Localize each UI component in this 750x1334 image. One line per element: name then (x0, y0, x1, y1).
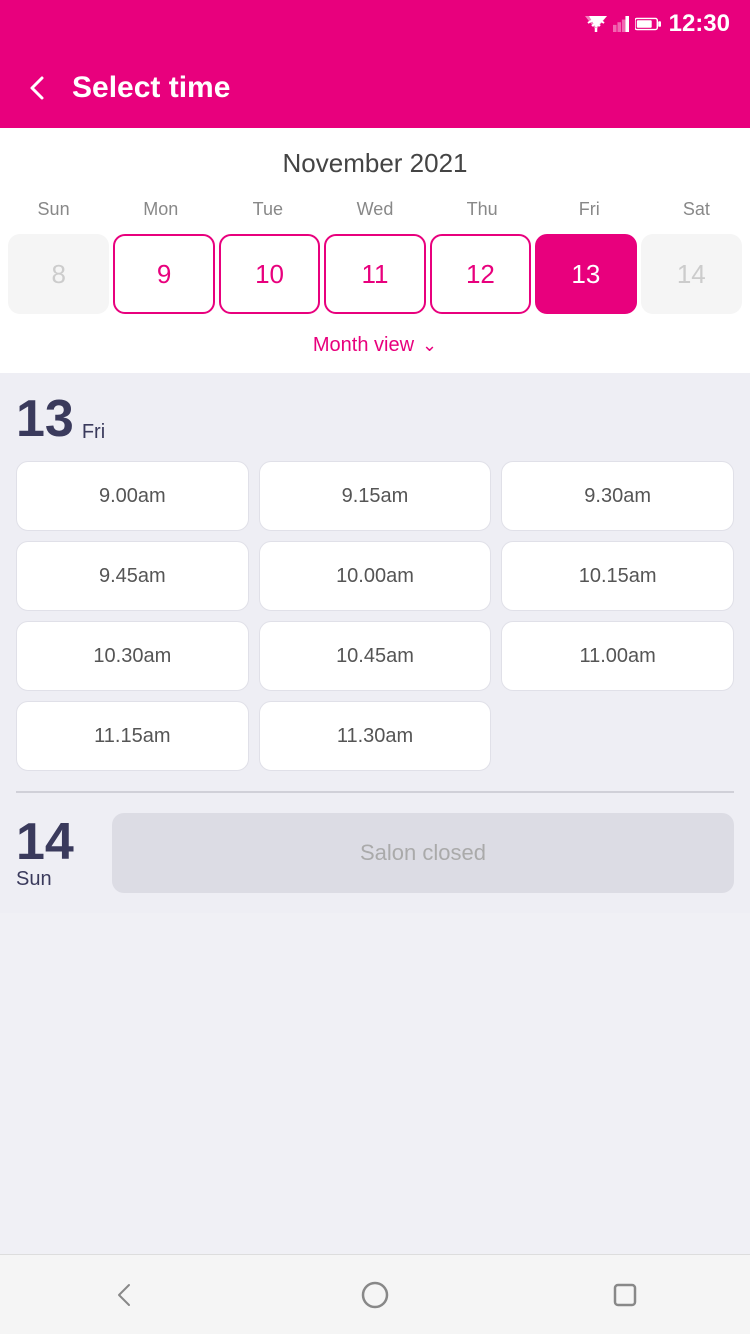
weekday-wed: Wed (321, 195, 428, 224)
month-view-toggle[interactable]: Month view ⌄ (0, 326, 750, 373)
day-cell-11[interactable]: 11 (324, 234, 425, 314)
days-row: 891011121314 (0, 234, 750, 326)
time-slot-1045am[interactable]: 10.45am (259, 621, 492, 691)
salon-closed-label: Salon closed (360, 840, 486, 866)
time-slot-1130am[interactable]: 11.30am (259, 701, 492, 771)
closed-day-info-14: 14 Sun (16, 816, 96, 891)
time-slot-1015am[interactable]: 10.15am (501, 541, 734, 611)
time-slot-1030am[interactable]: 10.30am (16, 621, 249, 691)
month-year-label: November 2021 (0, 148, 750, 179)
status-time: 12:30 (669, 10, 730, 38)
nav-recent-icon (609, 1279, 641, 1311)
day-cell-14: 14 (641, 234, 742, 314)
day-header-13: 13 Fri (16, 393, 734, 445)
week-days-row: Sun Mon Tue Wed Thu Fri Sat (0, 195, 750, 224)
month-view-label: Month view (313, 334, 414, 357)
weekday-thu: Thu (429, 195, 536, 224)
calendar-section: November 2021 Sun Mon Tue Wed Thu Fri Sa… (0, 128, 750, 373)
time-slot-945am[interactable]: 9.45am (16, 541, 249, 611)
section-divider (16, 791, 734, 793)
salon-closed-banner: Salon closed (112, 813, 734, 893)
weekday-sun: Sun (0, 195, 107, 224)
day-name-13: Fri (82, 421, 105, 444)
battery-icon (635, 17, 661, 31)
day-number-13: 13 (16, 393, 74, 445)
header: Select time (0, 48, 750, 128)
day-number-14: 14 (16, 816, 88, 868)
nav-home-icon (359, 1279, 391, 1311)
time-slot-1000am[interactable]: 10.00am (259, 541, 492, 611)
time-section-13: 13 Fri 9.00am9.15am9.30am9.45am10.00am10… (0, 373, 750, 913)
time-grid-13: 9.00am9.15am9.30am9.45am10.00am10.15am10… (16, 461, 734, 771)
nav-back-button[interactable] (105, 1275, 145, 1315)
time-slot-1100am[interactable]: 11.00am (501, 621, 734, 691)
back-icon (24, 74, 52, 102)
time-slot-930am[interactable]: 9.30am (501, 461, 734, 531)
chevron-down-icon: ⌄ (422, 335, 437, 356)
day-name-14: Sun (16, 868, 96, 891)
signal-icon (613, 16, 629, 32)
weekday-tue: Tue (214, 195, 321, 224)
wifi-icon (585, 16, 607, 32)
day-cell-9[interactable]: 9 (113, 234, 214, 314)
status-icons (585, 16, 661, 32)
time-slot-1115am[interactable]: 11.15am (16, 701, 249, 771)
day-cell-13[interactable]: 13 (535, 234, 636, 314)
day-cell-12[interactable]: 12 (430, 234, 531, 314)
back-button[interactable] (24, 74, 52, 102)
nav-recent-button[interactable] (605, 1275, 645, 1315)
weekday-fri: Fri (536, 195, 643, 224)
weekday-mon: Mon (107, 195, 214, 224)
nav-back-icon (109, 1279, 141, 1311)
closed-day-row-14: 14 Sun Salon closed (16, 813, 734, 893)
day-cell-10[interactable]: 10 (219, 234, 320, 314)
weekday-sat: Sat (643, 195, 750, 224)
header-title: Select time (72, 71, 230, 105)
bottom-nav (0, 1254, 750, 1334)
main-content: 12:30 Select time November 2021 Sun Mon … (0, 0, 750, 993)
nav-home-button[interactable] (355, 1275, 395, 1315)
day-cell-8: 8 (8, 234, 109, 314)
time-slot-915am[interactable]: 9.15am (259, 461, 492, 531)
time-slot-900am[interactable]: 9.00am (16, 461, 249, 531)
status-bar: 12:30 (0, 0, 750, 48)
